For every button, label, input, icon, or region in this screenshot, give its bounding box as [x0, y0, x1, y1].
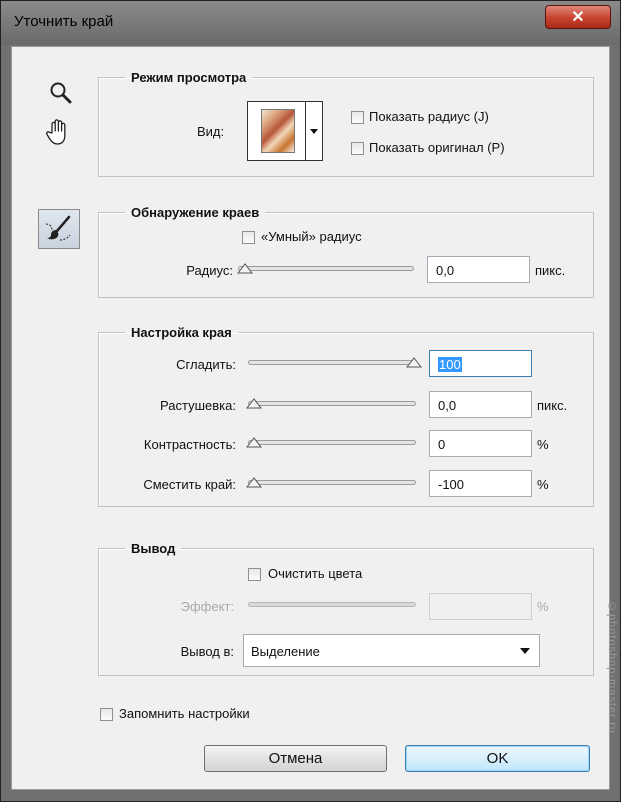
- view-dropdown-arrow[interactable]: [305, 102, 323, 160]
- view-mode-group: Режим просмотра: [98, 70, 594, 177]
- shift-edge-input[interactable]: -100: [429, 470, 532, 497]
- decontaminate-colors-checkbox[interactable]: [248, 568, 261, 581]
- shift-edge-slider-track[interactable]: [248, 480, 416, 485]
- hand-icon: [46, 119, 66, 145]
- smooth-slider-track[interactable]: [248, 360, 416, 365]
- amount-unit: %: [537, 599, 549, 614]
- show-radius-label: Показать радиус (J): [369, 109, 489, 124]
- shift-edge-unit: %: [537, 477, 549, 492]
- zoom-tool[interactable]: [48, 80, 74, 109]
- feather-input[interactable]: 0,0: [429, 391, 532, 418]
- refine-edge-dialog: Уточнить край ✕ Режим просмотра Вид: Пок…: [0, 0, 621, 802]
- remember-settings-checkbox[interactable]: [100, 708, 113, 721]
- smooth-slider-thumb[interactable]: [406, 357, 422, 368]
- window-title: Уточнить край: [14, 13, 114, 30]
- refine-radius-tool[interactable]: [38, 209, 80, 249]
- view-preview-thumbnail: [261, 109, 295, 153]
- radius-slider-track[interactable]: [238, 266, 414, 271]
- chevron-down-icon: [520, 648, 530, 654]
- smooth-label: Сгладить:: [176, 357, 236, 372]
- smart-radius-checkbox[interactable]: [242, 231, 255, 244]
- shift-edge-label: Сместить край:: [143, 477, 236, 492]
- amount-input[interactable]: [429, 593, 532, 620]
- feather-unit: пикс.: [537, 398, 568, 413]
- contrast-slider-thumb[interactable]: [246, 437, 262, 448]
- feather-label: Растушевка:: [160, 398, 236, 413]
- feather-slider-thumb[interactable]: [246, 398, 262, 409]
- edge-detection-group: Обнаружение краев: [98, 205, 594, 298]
- contrast-unit: %: [537, 437, 549, 452]
- view-label: Вид:: [197, 124, 225, 139]
- cancel-button[interactable]: Отмена: [204, 745, 387, 772]
- title-bar[interactable]: Уточнить край ✕: [1, 1, 620, 45]
- show-radius-checkbox[interactable]: [351, 111, 364, 124]
- amount-slider-track[interactable]: [248, 602, 416, 607]
- view-mode-picker[interactable]: [247, 101, 323, 161]
- radius-unit: пикс.: [535, 263, 566, 278]
- feather-slider-track[interactable]: [248, 401, 416, 406]
- output-to-value: Выделение: [251, 644, 320, 659]
- show-original-label: Показать оригинал (P): [369, 140, 505, 155]
- output-legend: Вывод: [131, 541, 176, 556]
- smooth-input[interactable]: 100: [429, 350, 532, 377]
- watermark-text: ©photoshop-master.ru: [606, 601, 618, 734]
- dialog-body: Режим просмотра Вид: Показать радиус (J)…: [11, 46, 610, 790]
- radius-label: Радиус:: [186, 263, 233, 278]
- edge-adjust-legend: Настройка края: [131, 325, 232, 340]
- radius-input[interactable]: 0,0: [427, 256, 530, 283]
- chevron-down-icon: [310, 129, 318, 134]
- shift-edge-slider-thumb[interactable]: [246, 477, 262, 488]
- radius-slider-thumb[interactable]: [237, 263, 253, 274]
- remember-settings-label: Запомнить настройки: [119, 706, 250, 721]
- close-button[interactable]: ✕: [545, 5, 611, 29]
- output-to-label: Вывод в:: [180, 644, 234, 659]
- contrast-input[interactable]: 0: [429, 430, 532, 457]
- hand-tool[interactable]: [45, 117, 73, 150]
- refine-radius-brush-icon: [45, 215, 71, 241]
- contrast-slider-track[interactable]: [248, 440, 416, 445]
- output-to-select[interactable]: Выделение: [243, 634, 540, 667]
- contrast-label: Контрастность:: [143, 437, 236, 452]
- smooth-value: 100: [438, 357, 462, 372]
- view-mode-legend: Режим просмотра: [131, 70, 247, 85]
- ok-button[interactable]: OK: [405, 745, 590, 772]
- edge-detection-legend: Обнаружение краев: [131, 205, 260, 220]
- amount-label: Эффект:: [180, 599, 234, 614]
- decontaminate-colors-label: Очистить цвета: [268, 566, 363, 581]
- close-icon: ✕: [571, 9, 585, 26]
- zoom-icon: [50, 82, 72, 104]
- smart-radius-label: «Умный» радиус: [261, 229, 362, 244]
- show-original-checkbox[interactable]: [351, 142, 364, 155]
